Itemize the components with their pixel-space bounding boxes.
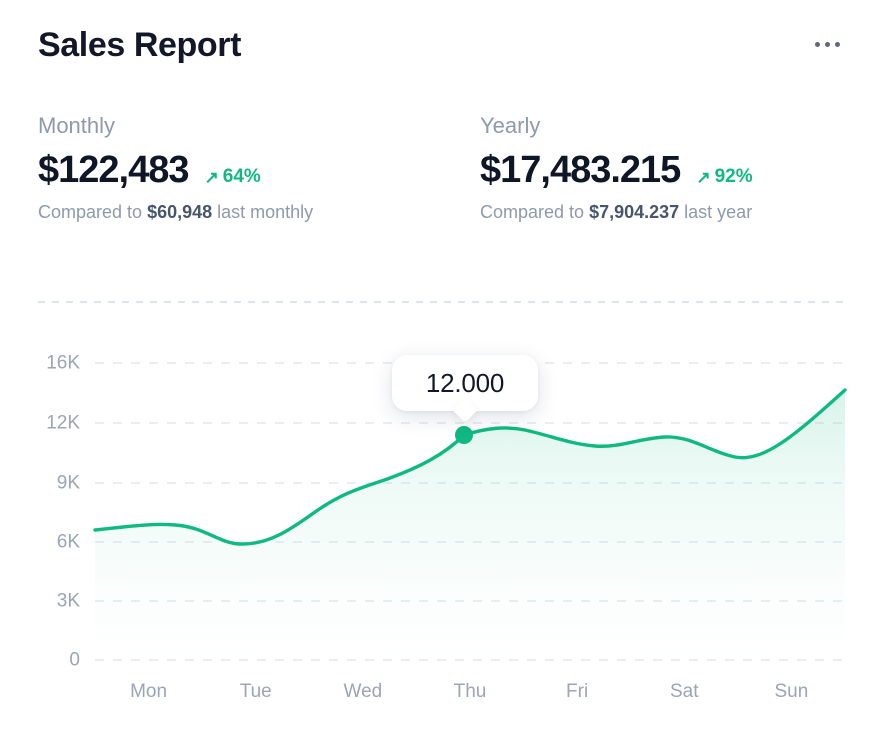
chart-x-tick-sat: Sat <box>670 681 699 702</box>
chart-x-tick-fri: Fri <box>566 681 589 702</box>
chart-x-tick-wed: Wed <box>343 681 383 702</box>
chart-y-tick-0: 16K <box>46 352 80 374</box>
chart-y-tick-3: 6K <box>56 531 80 553</box>
stat-yearly-label: Yearly <box>480 113 541 138</box>
arrow-up-right-icon: ↗ <box>204 168 219 188</box>
arrow-up-right-icon: ↗ <box>696 168 711 188</box>
section-divider <box>38 301 844 303</box>
stat-yearly-delta: ↗ 92% <box>696 166 752 188</box>
page-title: Sales Report <box>38 26 242 64</box>
stat-monthly-delta: ↗ 64% <box>205 166 261 188</box>
stat-monthly-value: $122,483 <box>38 149 189 192</box>
stat-monthly-delta-value: 64% <box>222 165 261 187</box>
chart-y-axis: 16K 12K 9K 6K 3K 0 <box>0 330 80 670</box>
stat-monthly-compare-prefix: Compared to <box>38 202 148 223</box>
stat-monthly-label: Monthly <box>38 113 116 138</box>
chart-x-tick-mon: Mon <box>130 681 168 702</box>
chart-x-tick-sun: Sun <box>774 681 809 702</box>
chart-tooltip: 12.000 <box>392 355 538 423</box>
sales-report-card: Sales Report Monthly $122,483 ↗ 64% Comp… <box>0 0 880 752</box>
ellipsis-horizontal-icon[interactable] <box>811 32 844 57</box>
chart-x-tick-thu: Thu <box>453 681 487 702</box>
chart-y-tick-4: 3K <box>56 590 80 612</box>
card-header: Sales Report <box>38 28 844 82</box>
stat-monthly-value-row: $122,483 ↗ 64% <box>38 149 480 192</box>
stat-yearly-value: $17,483.215 <box>480 149 681 192</box>
stat-yearly-comparison: Compared to $7,904.237 last year <box>480 202 844 223</box>
stat-yearly-compare-prefix: Compared to <box>480 202 590 223</box>
stat-monthly-compare-suffix: last monthly <box>212 202 314 223</box>
chart-y-tick-5: 0 <box>69 649 80 671</box>
chart-y-tick-2: 9K <box>56 472 80 494</box>
stats-row: Monthly $122,483 ↗ 64% Compared to $60,9… <box>38 113 844 223</box>
stat-yearly-value-row: $17,483.215 ↗ 92% <box>480 149 844 192</box>
stat-yearly-delta-value: 92% <box>714 165 753 187</box>
chart-x-tick-tue: Tue <box>239 681 272 702</box>
menu-dot-3 <box>835 42 840 47</box>
stat-yearly: Yearly $17,483.215 ↗ 92% Compared to $7,… <box>480 113 844 223</box>
chart-x-axis: Mon Tue Wed Thu Fri Sat Sun <box>95 682 845 701</box>
chart-y-tick-1: 12K <box>46 412 80 434</box>
chart-highlight-dot <box>455 426 473 444</box>
stat-yearly-compare-suffix: last year <box>679 202 753 223</box>
chart-tooltip-value: 12.000 <box>425 368 505 398</box>
menu-dot-1 <box>815 42 820 47</box>
stat-monthly-compare-amount: $60,948 <box>147 202 213 223</box>
menu-dot-2 <box>825 42 830 47</box>
stat-monthly: Monthly $122,483 ↗ 64% Compared to $60,9… <box>38 113 480 223</box>
stat-monthly-comparison: Compared to $60,948 last monthly <box>38 202 480 223</box>
sales-chart: 16K 12K 9K 6K 3K 0 12.000 Mon Tue Wed Th… <box>0 330 880 730</box>
stat-yearly-compare-amount: $7,904.237 <box>589 202 680 223</box>
